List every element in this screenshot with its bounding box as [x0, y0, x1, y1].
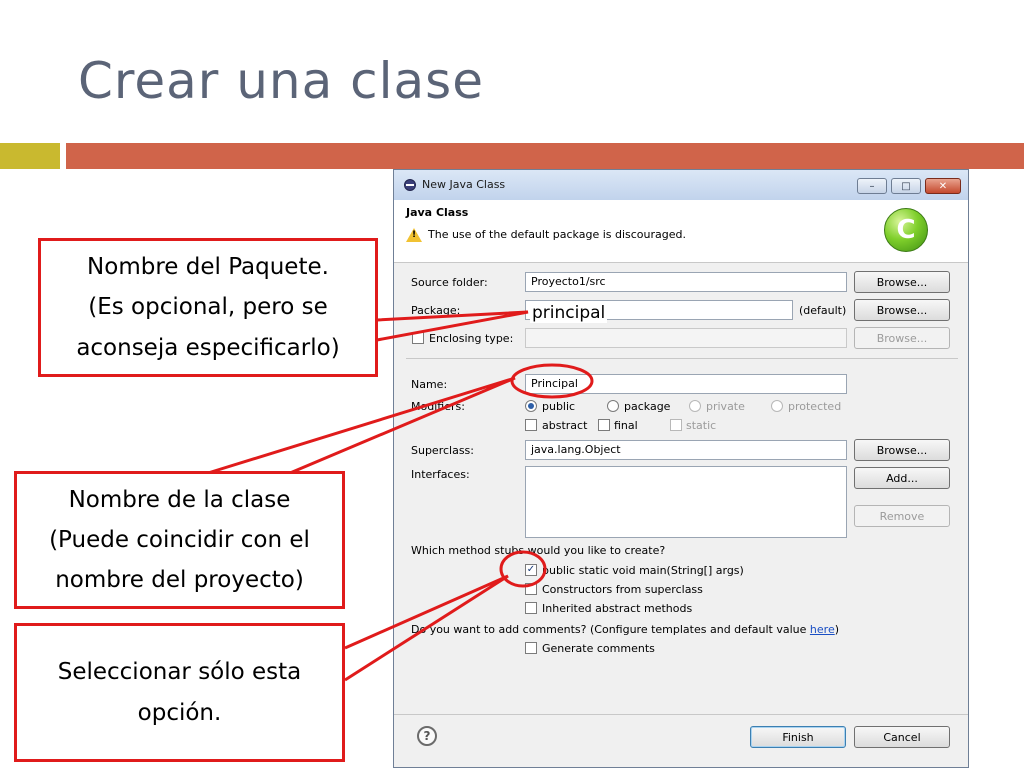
header-message: The use of the default package is discou…: [428, 228, 687, 241]
constructors-checkbox[interactable]: [525, 583, 537, 595]
source-folder-browse-button[interactable]: Browse...: [854, 271, 950, 293]
header-title: Java Class: [406, 206, 469, 219]
close-button[interactable]: ✕: [925, 178, 961, 194]
modifier-abstract-label: abstract: [542, 419, 588, 432]
slide-title: Crear una clase: [78, 52, 484, 110]
name-label: Name:: [411, 378, 448, 391]
enclosing-type-checkbox[interactable]: [412, 332, 424, 344]
class-name-field[interactable]: Principal: [525, 374, 847, 394]
enclosing-type-browse-button[interactable]: Browse...: [854, 327, 950, 349]
superclass-field[interactable]: java.lang.Object: [525, 440, 847, 460]
accent-bar-yellow: [0, 143, 60, 169]
minimize-button[interactable]: –: [857, 178, 887, 194]
enclosing-type-field[interactable]: [525, 328, 847, 348]
modifier-private-label: private: [706, 400, 745, 413]
window-titlebar[interactable]: New Java Class – □ ✕: [394, 170, 968, 201]
window-title: New Java Class: [422, 178, 506, 191]
maximize-button[interactable]: □: [891, 178, 921, 194]
main-method-checkbox[interactable]: ✓: [525, 564, 537, 576]
new-java-class-dialog: New Java Class – □ ✕ Java Class ! The us…: [393, 169, 969, 768]
package-browse-button[interactable]: Browse...: [854, 299, 950, 321]
inherited-methods-label: Inherited abstract methods: [542, 602, 693, 615]
enclosing-type-label: Enclosing type:: [429, 332, 514, 345]
source-folder-label: Source folder:: [411, 276, 488, 289]
eclipse-icon: [404, 179, 416, 191]
generate-comments-checkbox[interactable]: [525, 642, 537, 654]
modifier-private-radio[interactable]: [689, 400, 701, 412]
accent-bar-orange: [66, 143, 1024, 169]
dialog-header: Java Class ! The use of the default pack…: [394, 200, 968, 263]
stubs-question: Which method stubs would you like to cre…: [411, 544, 666, 557]
interfaces-list[interactable]: [525, 466, 847, 538]
modifier-protected-label: protected: [788, 400, 842, 413]
modifier-static-label: static: [686, 419, 717, 432]
callout-package: Nombre del Paquete. (Es opcional, pero s…: [38, 238, 378, 377]
modifier-protected-radio[interactable]: [771, 400, 783, 412]
modifier-public-radio[interactable]: [525, 400, 537, 412]
modifier-static-checkbox[interactable]: [670, 419, 682, 431]
modifier-final-label: final: [614, 419, 638, 432]
cancel-button[interactable]: Cancel: [854, 726, 950, 748]
modifier-final-checkbox[interactable]: [598, 419, 610, 431]
separator: [406, 358, 958, 359]
superclass-browse-button[interactable]: Browse...: [854, 439, 950, 461]
modifier-abstract-checkbox[interactable]: [525, 419, 537, 431]
package-default-hint: (default): [799, 304, 847, 317]
package-label: Package:: [411, 304, 461, 317]
configure-templates-link[interactable]: here: [810, 623, 835, 636]
warning-icon: !: [406, 228, 422, 242]
comments-question: Do you want to add comments? (Configure …: [411, 623, 840, 636]
main-method-label: public static void main(String[] args): [542, 564, 744, 577]
modifier-package-label: package: [624, 400, 671, 413]
superclass-label: Superclass:: [411, 444, 474, 457]
interfaces-add-button[interactable]: Add...: [854, 467, 950, 489]
modifier-package-radio[interactable]: [607, 400, 619, 412]
source-folder-field[interactable]: Proyecto1/src: [525, 272, 847, 292]
callout-select-option: Seleccionar sólo esta opción.: [14, 623, 345, 762]
interfaces-remove-button[interactable]: Remove: [854, 505, 950, 527]
java-class-logo-icon: C: [884, 208, 928, 252]
callout-class-name: Nombre de la clase (Puede coincidir con …: [14, 471, 345, 609]
inherited-methods-checkbox[interactable]: [525, 602, 537, 614]
modifier-public-label: public: [542, 400, 576, 413]
interfaces-label: Interfaces:: [411, 468, 470, 481]
help-icon[interactable]: ?: [417, 726, 437, 746]
modifiers-label: Modifiers:: [411, 400, 465, 413]
finish-button[interactable]: Finish: [750, 726, 846, 748]
package-annotation-text: principal: [530, 303, 608, 323]
constructors-label: Constructors from superclass: [542, 583, 703, 596]
generate-comments-label: Generate comments: [542, 642, 655, 655]
